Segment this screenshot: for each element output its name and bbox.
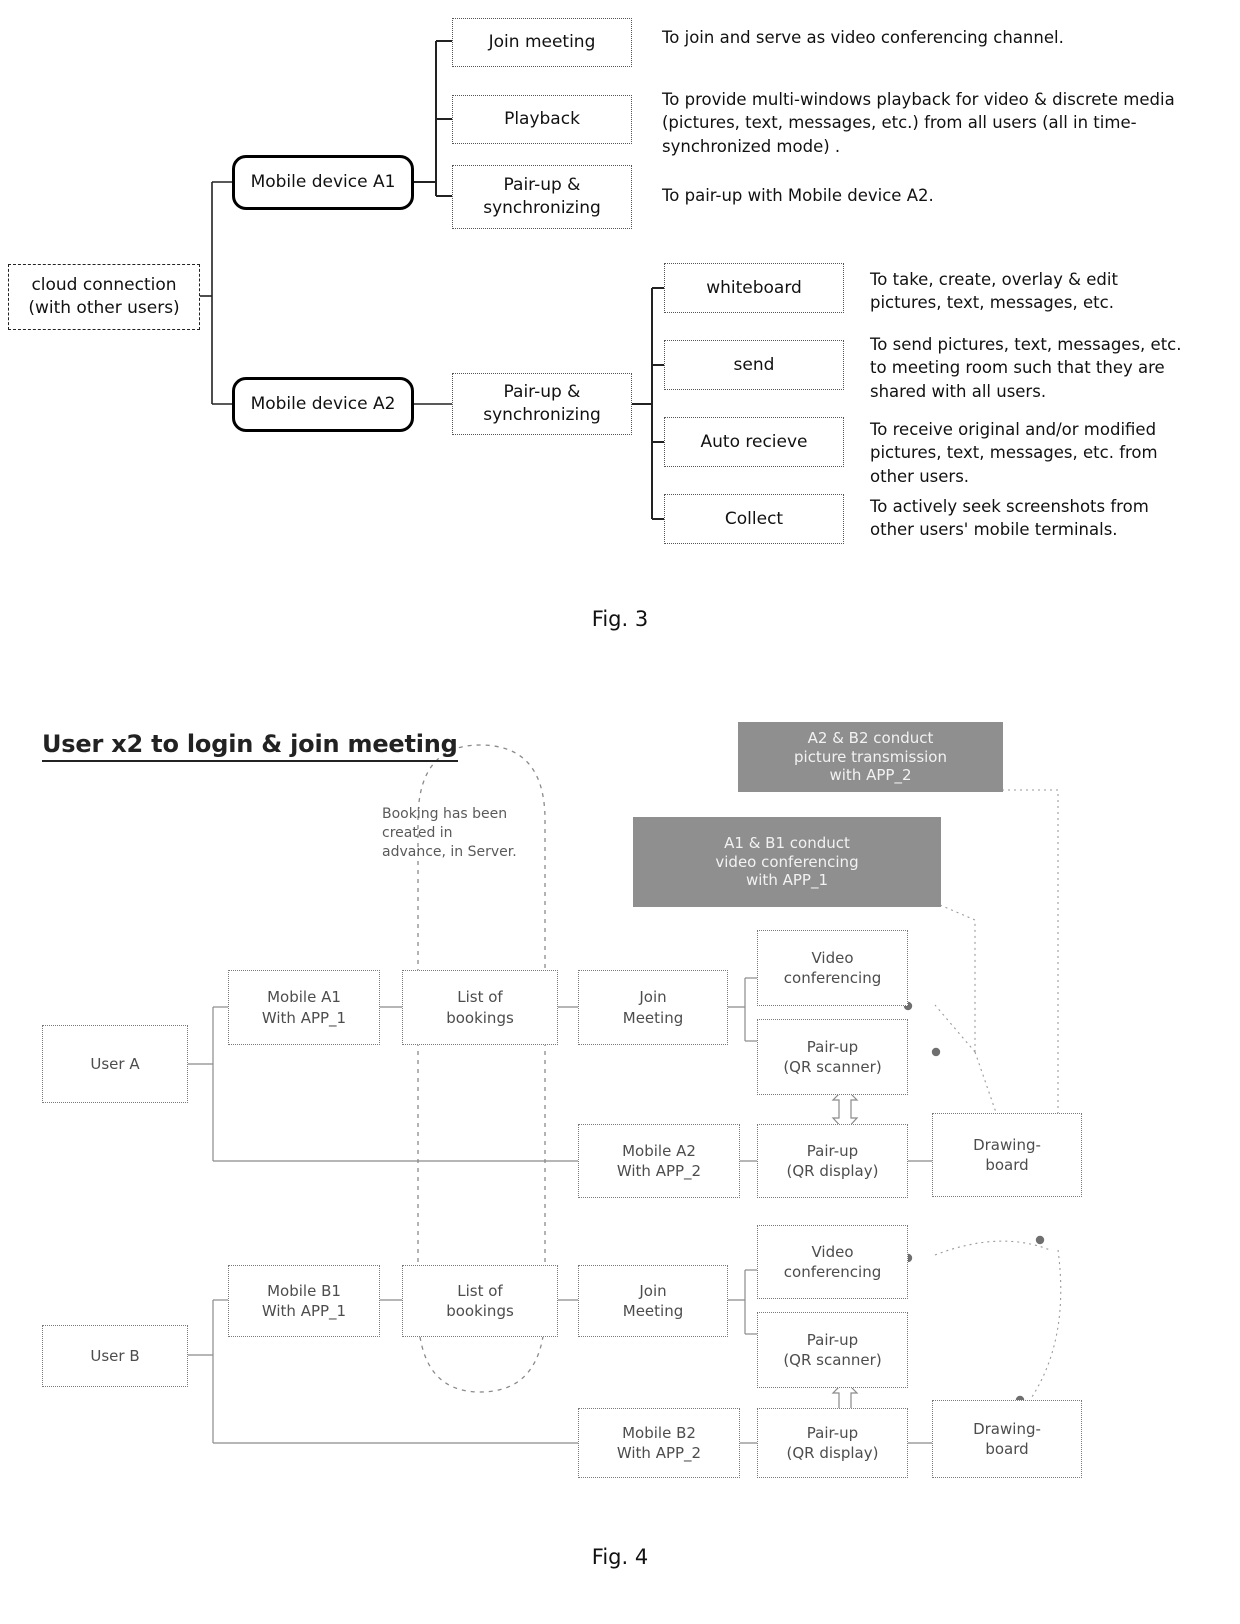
fig4-lane-a-join-line1: Join [639,988,667,1007]
fig4-lane-b-pair-up-qr-display: Pair-up (QR display) [757,1408,908,1478]
fig4-caption: Fig. 4 [591,1545,649,1569]
fig4-lane-a-drawing-line2: board [985,1156,1029,1174]
fig4-lane-b-video-line1: Video [811,1242,854,1261]
fig4-lane-b-pair-display-line2: (QR display) [786,1444,879,1462]
fig4-lane-a-pair-scanner-line2: (QR scanner) [783,1058,882,1076]
fig4-callout-app1-line1: A1 & B1 conduct [724,833,850,852]
fig4-lane-a-mobile-a1: Mobile A1 With APP_1 [228,970,380,1045]
fig4-lane-a-pair-display-line2: (QR display) [786,1162,879,1180]
fig4-callout-app2: A2 & B2 conduct picture transmission wit… [738,722,1003,792]
fig4-user-a-label: User A [90,1054,140,1073]
fig4-lane-b-mobile-b1: Mobile B1 With APP_1 [228,1265,380,1337]
fig4-lane-a-bookings-line1: List of [457,988,503,1007]
fig4-lane-b-drawing-line2: board [985,1440,1029,1458]
fig4-lane-a-pair-display-line1: Pair-up [806,1141,859,1160]
fig4-lane-a-list-of-bookings: List of bookings [402,970,558,1045]
fig4-lane-a-mobile-a2-line2: With APP_2 [616,1162,702,1180]
fig4-lane-a-drawing-board: Drawing- board [932,1113,1082,1197]
fig4-lane-b-pair-scanner-line1: Pair-up [806,1330,859,1349]
fig4-lane-b-bookings-line2: bookings [446,1302,514,1320]
fig4-lane-b-join-meeting: Join Meeting [578,1265,728,1337]
fig4-user-a: User A [42,1025,188,1103]
fig4-lane-a-video-conferencing: Video conferencing [757,930,908,1006]
fig4-lane-b-pair-scanner-line2: (QR scanner) [783,1351,882,1369]
fig4-callout-app1-line2: video conferencing [715,852,859,871]
fig4-lane-a-mobile-a2-line1: Mobile A2 [622,1141,696,1160]
fig4-lane-b-video-line2: conferencing [783,1263,882,1281]
fig4-lane-b-join-line2: Meeting [622,1302,684,1320]
fig4-lane-b-join-line1: Join [639,1281,667,1300]
fig4-booking-note: Booking has been created in advance, in … [382,806,517,860]
fig4-lane-b-mobile-b2: Mobile B2 With APP_2 [578,1408,740,1478]
fig4-lane-b-bookings-line1: List of [457,1281,503,1300]
fig4-lane-a-join-meeting: Join Meeting [578,970,728,1045]
fig4-lane-a-mobile-a1-line1: Mobile A1 [267,988,341,1007]
fig4-lane-b-mobile-b1-line2: With APP_1 [261,1302,347,1320]
fig4-lane-a-pair-up-qr-display: Pair-up (QR display) [757,1124,908,1198]
fig4-user-b-label: User B [90,1346,140,1365]
fig4-lane-a-video-line2: conferencing [783,969,882,987]
fig4-lane-b-mobile-b2-line2: With APP_2 [616,1444,702,1462]
fig4-lane-b-pair-up-qr-scanner: Pair-up (QR scanner) [757,1312,908,1388]
fig4-lane-a-mobile-a2: Mobile A2 With APP_2 [578,1124,740,1198]
fig4-lane-a-pair-up-qr-scanner: Pair-up (QR scanner) [757,1019,908,1095]
fig4-lane-b-mobile-b2-line1: Mobile B2 [622,1423,696,1442]
fig4-user-b: User B [42,1325,188,1387]
fig4-lane-b-drawing-board: Drawing- board [932,1400,1082,1478]
fig4-callout-app1: A1 & B1 conduct video conferencing with … [633,817,941,907]
fig4-lane-a-mobile-a1-line2: With APP_1 [261,1008,347,1027]
fig4-lane-a-video-line1: Video [811,948,854,967]
fig4-lane-a-drawing-line1: Drawing- [973,1135,1041,1154]
fig4-lane-a-join-line2: Meeting [622,1008,684,1027]
fig4-callout-app2-line2: picture transmission [794,747,947,766]
fig4-callout-app2-line1: A2 & B2 conduct [807,728,934,747]
fig4-lane-a-bookings-line2: bookings [446,1008,514,1027]
fig4-lane-b-list-of-bookings: List of bookings [402,1265,558,1337]
fig4-callout-app2-line3: with APP_2 [829,766,912,785]
fig4-callout-app1-line3: with APP_1 [746,871,828,890]
figure-4: User x2 to login & join meeting Booking … [0,0,1240,1624]
fig4-lane-b-mobile-b1-line1: Mobile B1 [267,1281,341,1300]
fig4-lane-b-video-conferencing: Video conferencing [757,1225,908,1299]
fig4-lane-b-drawing-line1: Drawing- [973,1419,1041,1438]
fig4-lane-a-pair-scanner-line1: Pair-up [806,1037,859,1056]
fig4-lane-b-pair-display-line1: Pair-up [806,1423,859,1442]
fig4-title: User x2 to login & join meeting [42,730,458,762]
